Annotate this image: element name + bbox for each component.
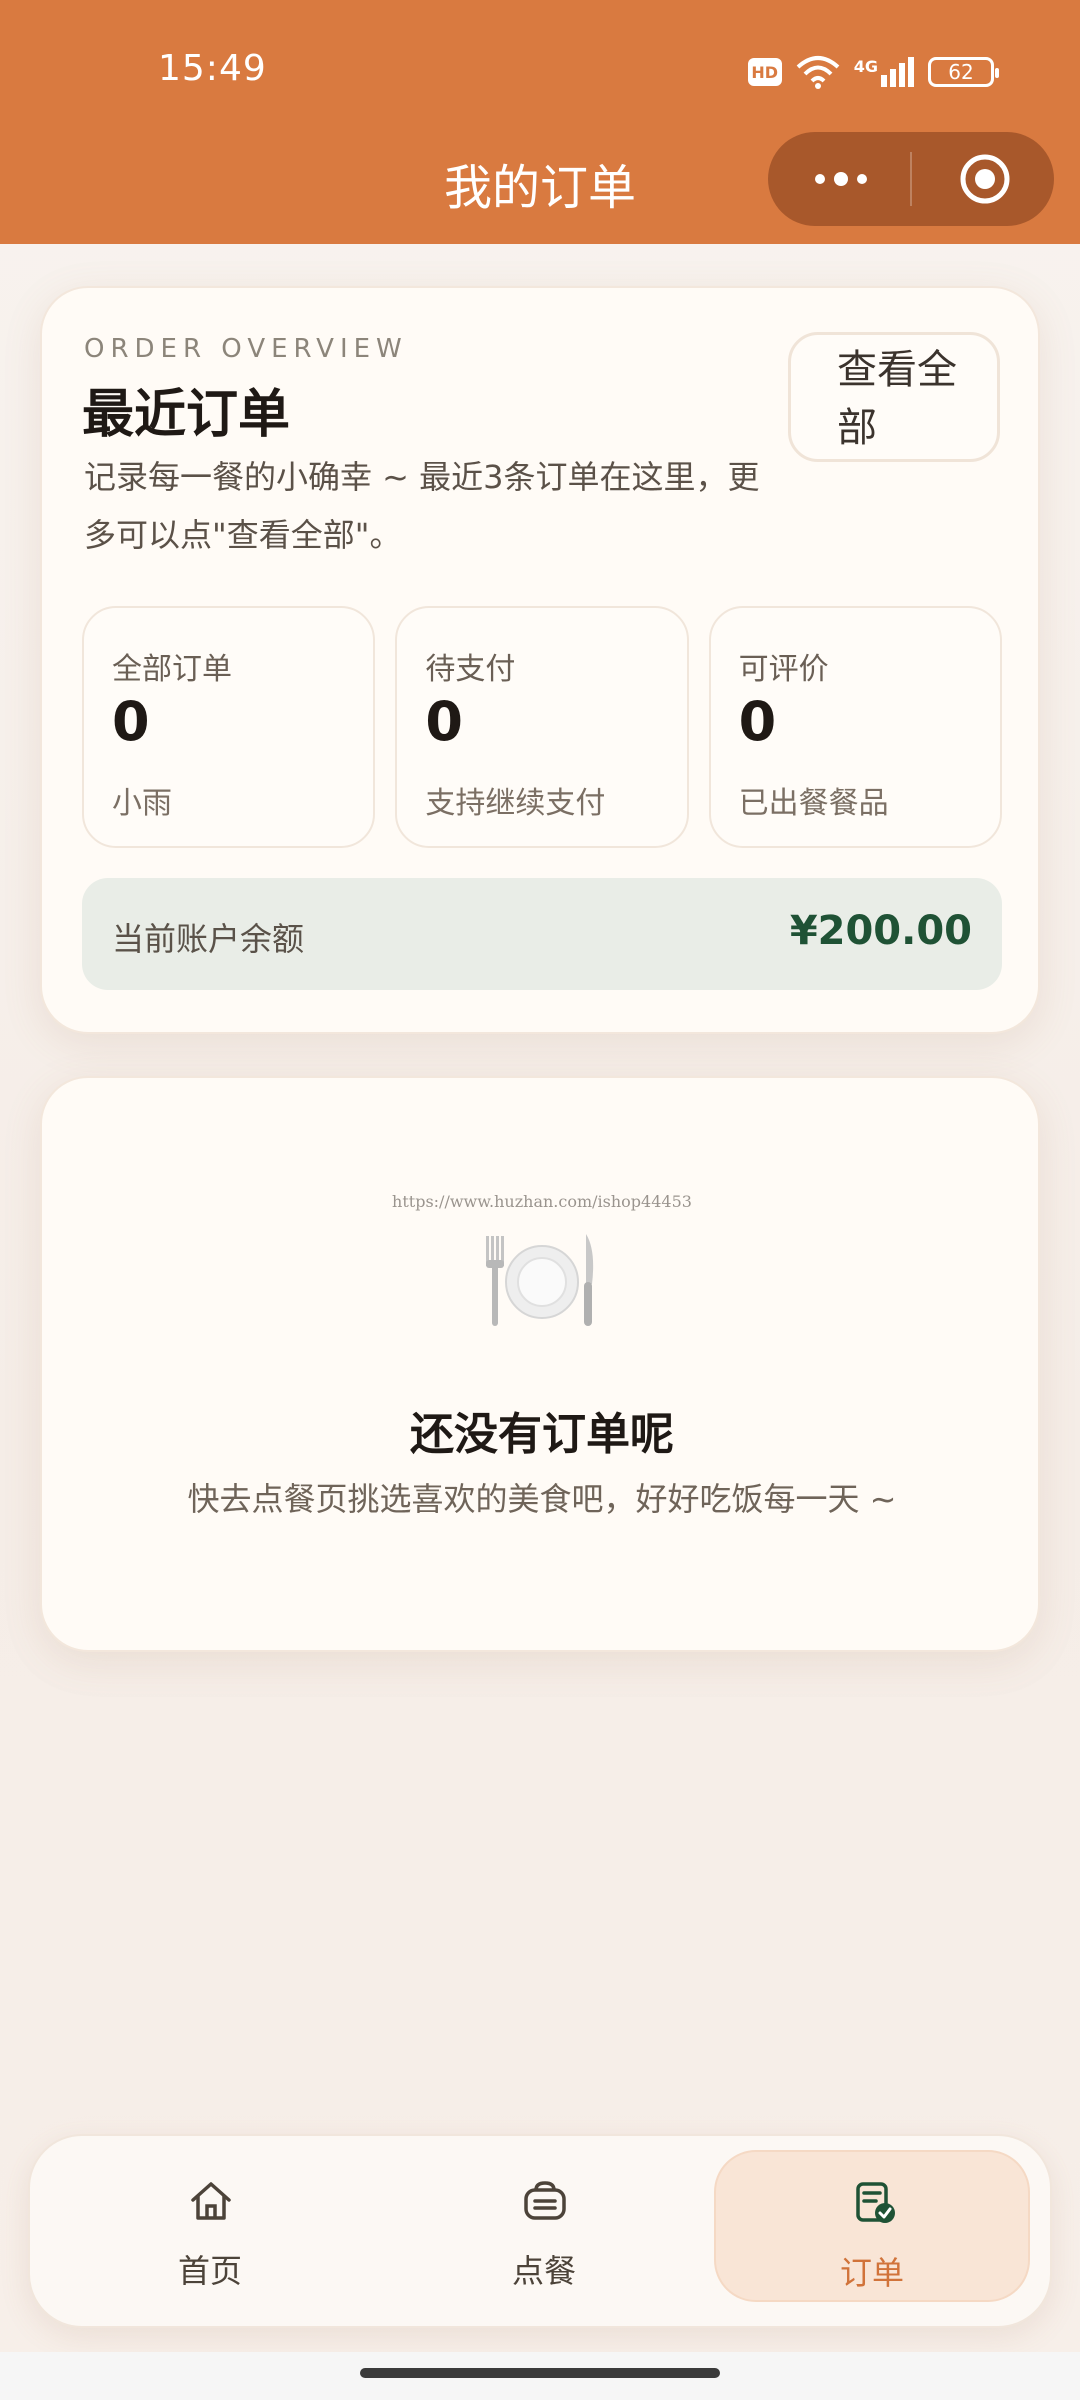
capsule-divider	[910, 152, 912, 206]
hd-badge: HD	[747, 58, 782, 86]
empty-title: 还没有订单呢	[410, 1409, 674, 1460]
stat-to-review[interactable]: 可评价 0 已出餐餐品	[708, 606, 1002, 848]
empty-subtitle: 快去点餐页挑选喜欢的美食吧，好好吃饭每一天 ~	[187, 1480, 897, 1518]
stat-sub: 小雨	[112, 786, 172, 821]
meal-box-icon	[524, 2181, 566, 2220]
card-title: 最近订单	[82, 385, 291, 445]
more-icon[interactable]	[810, 162, 872, 196]
account-balance: 当前账户余额 ¥200.00	[82, 878, 1002, 990]
stat-sub: 已出餐餐品	[738, 786, 889, 821]
status-icons: HD 4G 62	[747, 52, 999, 92]
plate-fork-knife-icon	[486, 1234, 594, 1326]
order-stats: 全部订单 0 小雨 待支付 0 支持继续支付 可评价 0 已出餐餐品	[82, 606, 1002, 848]
order-doc-icon	[856, 2182, 895, 2223]
stat-value: 0	[425, 690, 463, 753]
balance-value: ¥200.00	[789, 908, 972, 954]
battery-indicator: 62	[928, 57, 999, 87]
stat-label: 待支付	[425, 652, 516, 687]
tab-label: 首页	[177, 2252, 242, 2290]
watermark-text: https://www.huzhan.com/ishop44453	[392, 1192, 692, 1211]
stat-value: 0	[738, 690, 777, 753]
empty-orders-card: https://www.huzhan.com/ishop44453 还没有订单呢…	[40, 1076, 1040, 1652]
status-time: 15:49	[158, 48, 267, 89]
tab-orders-active[interactable]: 订单	[714, 2150, 1030, 2302]
network-label: 4G	[853, 57, 878, 76]
stat-value: 0	[112, 690, 150, 753]
home-indicator[interactable]	[360, 2368, 720, 2378]
tab-order-food[interactable]: 点餐	[386, 2150, 702, 2302]
stat-label: 可评价	[738, 652, 829, 687]
eyebrow-label: ORDER OVERVIEW	[84, 334, 408, 364]
home-icon	[191, 2182, 231, 2220]
stat-pending-payment[interactable]: 待支付 0 支持继续支付	[395, 606, 689, 848]
signal-icon: 4G	[854, 57, 914, 87]
bottom-tabbar: 首页 点餐 订单	[28, 2134, 1052, 2328]
wifi-icon	[796, 56, 840, 89]
balance-label: 当前账户余额	[112, 920, 305, 958]
stat-sub: 支持继续支付	[425, 786, 606, 821]
tab-home[interactable]: 首页	[52, 2150, 368, 2302]
close-target-icon[interactable]	[958, 152, 1012, 206]
stat-all-orders[interactable]: 全部订单 0 小雨	[82, 606, 376, 848]
app-header: 15:49 HD 4G 62 我的订单	[0, 0, 1080, 244]
card-description: 记录每一餐的小确幸 ~ 最近3条订单在这里，更多可以点"查看全部"。	[84, 458, 760, 554]
order-overview-card: ORDER OVERVIEW 最近订单 记录每一餐的小确幸 ~ 最近3条订单在这…	[40, 286, 1040, 1034]
view-all-button[interactable]: 查看全部	[788, 332, 1000, 462]
mini-program-capsule	[768, 132, 1054, 226]
tab-label: 点餐	[511, 2252, 576, 2290]
tab-label: 订单	[839, 2254, 904, 2292]
stat-label: 全部订单	[112, 652, 232, 687]
